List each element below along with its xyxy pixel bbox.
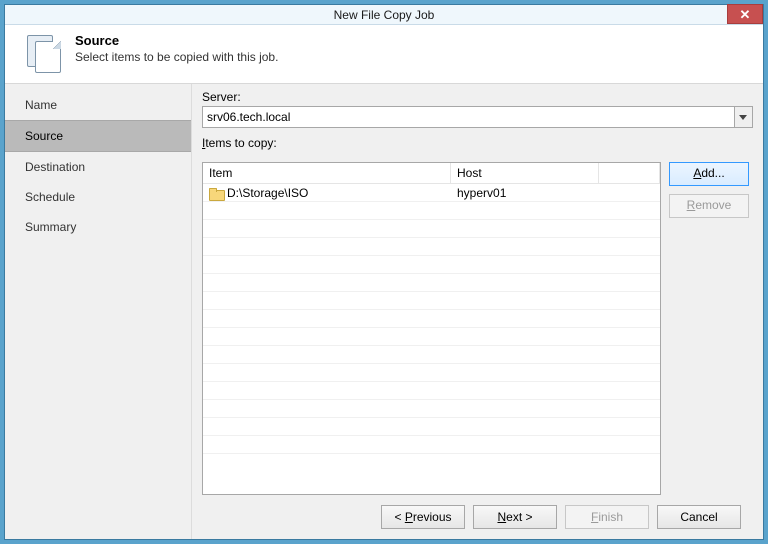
items-table: Item Host D:\Storage\ISO hyperv01 xyxy=(202,162,661,495)
col-item[interactable]: Item xyxy=(203,163,451,183)
table-body[interactable]: D:\Storage\ISO hyperv01 xyxy=(203,184,660,494)
col-spacer xyxy=(599,163,660,183)
items-label: Items to copy: xyxy=(202,136,753,150)
copy-job-icon xyxy=(23,33,63,73)
cancel-button[interactable]: Cancel xyxy=(657,505,741,529)
window-title: New File Copy Job xyxy=(334,8,435,22)
titlebar: New File Copy Job ✕ xyxy=(5,5,763,25)
items-area: Item Host D:\Storage\ISO hyperv01 xyxy=(202,162,753,495)
folder-icon xyxy=(209,188,223,199)
sidebar-item-summary[interactable]: Summary xyxy=(5,212,191,242)
server-combobox[interactable]: srv06.tech.local xyxy=(202,106,753,128)
sidebar-item-destination[interactable]: Destination xyxy=(5,152,191,182)
server-value[interactable]: srv06.tech.local xyxy=(202,106,735,128)
table-header: Item Host xyxy=(203,163,660,184)
wizard-header: Source Select items to be copied with th… xyxy=(5,25,763,83)
cell-item: D:\Storage\ISO xyxy=(203,186,451,200)
previous-button[interactable]: < Previous xyxy=(381,505,465,529)
wizard-content: Server: srv06.tech.local Items to copy: … xyxy=(191,84,763,539)
server-label: Server: xyxy=(202,90,753,104)
step-title: Source xyxy=(75,33,278,48)
cell-host: hyperv01 xyxy=(451,186,599,200)
close-button[interactable]: ✕ xyxy=(727,4,763,24)
wizard-sidebar: Name Source Destination Schedule Summary xyxy=(5,84,191,539)
sidebar-item-schedule[interactable]: Schedule xyxy=(5,182,191,212)
finish-button: Finish xyxy=(565,505,649,529)
next-button[interactable]: Next > xyxy=(473,505,557,529)
table-side-buttons: Add... Remove xyxy=(669,162,753,495)
sidebar-item-name[interactable]: Name xyxy=(5,90,191,120)
chevron-down-icon[interactable] xyxy=(735,106,753,128)
step-subtitle: Select items to be copied with this job. xyxy=(75,50,278,64)
col-host[interactable]: Host xyxy=(451,163,599,183)
remove-button[interactable]: Remove xyxy=(669,194,749,218)
header-text: Source Select items to be copied with th… xyxy=(75,33,278,73)
wizard-body: Name Source Destination Schedule Summary… xyxy=(5,83,763,539)
wizard-window: New File Copy Job ✕ Source Select items … xyxy=(4,4,764,540)
wizard-footer: < Previous Next > Finish Cancel xyxy=(202,495,753,539)
add-button[interactable]: Add... xyxy=(669,162,749,186)
table-row[interactable]: D:\Storage\ISO hyperv01 xyxy=(203,184,660,202)
sidebar-item-source[interactable]: Source xyxy=(5,120,191,152)
